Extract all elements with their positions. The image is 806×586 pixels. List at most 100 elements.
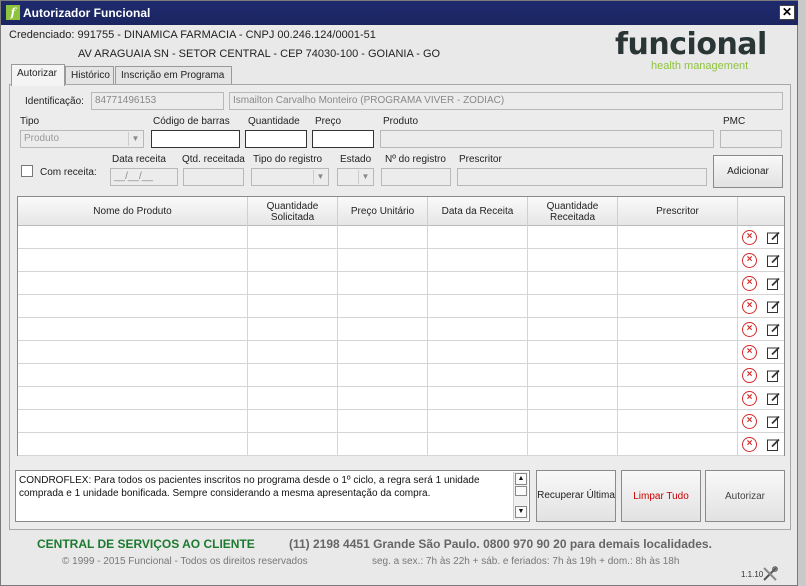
table-cell[interactable] xyxy=(428,341,528,364)
estado-select[interactable]: ▼ xyxy=(337,168,374,186)
produto-field[interactable] xyxy=(380,130,714,148)
edit-icon[interactable] xyxy=(766,368,781,383)
tab-historico[interactable]: Histórico xyxy=(65,66,114,85)
table-cell[interactable] xyxy=(338,341,428,364)
n-registro-input[interactable] xyxy=(381,168,451,186)
tab-autorizar[interactable]: Autorizar xyxy=(11,64,65,86)
tipo-registro-select[interactable]: ▼ xyxy=(251,168,329,186)
preco-input[interactable] xyxy=(312,130,374,148)
com-receita-checkbox[interactable] xyxy=(21,165,33,177)
tools-icon[interactable] xyxy=(761,565,779,583)
edit-icon[interactable] xyxy=(766,414,781,429)
table-cell[interactable] xyxy=(428,433,528,456)
table-cell[interactable] xyxy=(428,364,528,387)
table-cell[interactable] xyxy=(428,318,528,341)
edit-icon[interactable] xyxy=(766,276,781,291)
table-cell[interactable] xyxy=(18,318,248,341)
scroll-down-icon[interactable]: ▼ xyxy=(515,506,527,518)
edit-icon[interactable] xyxy=(766,253,781,268)
table-cell[interactable] xyxy=(618,249,738,272)
edit-icon[interactable] xyxy=(766,322,781,337)
table-cell[interactable] xyxy=(338,272,428,295)
table-cell[interactable] xyxy=(248,410,338,433)
edit-icon[interactable] xyxy=(766,391,781,406)
table-cell[interactable] xyxy=(618,295,738,318)
table-cell[interactable] xyxy=(428,249,528,272)
close-button[interactable]: ✕ xyxy=(779,5,795,20)
table-cell[interactable] xyxy=(18,433,248,456)
tab-inscricao[interactable]: Inscrição em Programa xyxy=(115,66,232,85)
prescritor-input[interactable] xyxy=(457,168,707,186)
table-row[interactable]: × xyxy=(18,272,784,295)
table-cell[interactable] xyxy=(248,387,338,410)
limpar-tudo-button[interactable]: Limpar Tudo xyxy=(621,470,701,522)
table-cell[interactable] xyxy=(618,433,738,456)
table-cell[interactable] xyxy=(18,226,248,249)
quantidade-input[interactable] xyxy=(245,130,307,148)
table-cell[interactable] xyxy=(248,295,338,318)
codigo-barras-input[interactable] xyxy=(151,130,240,148)
qtd-receitada-input[interactable] xyxy=(183,168,244,186)
table-cell[interactable] xyxy=(528,410,618,433)
table-cell[interactable] xyxy=(528,272,618,295)
edit-icon[interactable] xyxy=(766,437,781,452)
table-cell[interactable] xyxy=(338,318,428,341)
table-cell[interactable] xyxy=(248,433,338,456)
delete-icon[interactable]: × xyxy=(742,368,757,383)
table-row[interactable]: × xyxy=(18,364,784,387)
delete-icon[interactable]: × xyxy=(742,391,757,406)
table-row[interactable]: × xyxy=(18,433,784,456)
delete-icon[interactable]: × xyxy=(742,230,757,245)
table-cell[interactable] xyxy=(338,433,428,456)
table-cell[interactable] xyxy=(618,364,738,387)
table-cell[interactable] xyxy=(338,226,428,249)
message-scrollbar[interactable]: ▲ ▼ xyxy=(513,472,528,520)
scroll-thumb[interactable] xyxy=(515,486,527,496)
adicionar-button[interactable]: Adicionar xyxy=(713,155,783,188)
table-row[interactable]: × xyxy=(18,295,784,318)
table-cell[interactable] xyxy=(18,364,248,387)
table-row[interactable]: × xyxy=(18,226,784,249)
delete-icon[interactable]: × xyxy=(742,345,757,360)
edit-icon[interactable] xyxy=(766,299,781,314)
table-cell[interactable] xyxy=(618,410,738,433)
table-cell[interactable] xyxy=(528,364,618,387)
table-cell[interactable] xyxy=(618,387,738,410)
table-cell[interactable] xyxy=(18,272,248,295)
delete-icon[interactable]: × xyxy=(742,437,757,452)
table-cell[interactable] xyxy=(248,341,338,364)
table-cell[interactable] xyxy=(618,226,738,249)
table-cell[interactable] xyxy=(18,387,248,410)
table-cell[interactable] xyxy=(428,295,528,318)
table-cell[interactable] xyxy=(428,387,528,410)
autorizar-button[interactable]: Autorizar xyxy=(705,470,785,522)
table-cell[interactable] xyxy=(618,318,738,341)
table-row[interactable]: × xyxy=(18,341,784,364)
table-cell[interactable] xyxy=(248,249,338,272)
table-cell[interactable] xyxy=(528,318,618,341)
edit-icon[interactable] xyxy=(766,230,781,245)
table-cell[interactable] xyxy=(18,341,248,364)
delete-icon[interactable]: × xyxy=(742,299,757,314)
delete-icon[interactable]: × xyxy=(742,253,757,268)
table-cell[interactable] xyxy=(428,410,528,433)
table-cell[interactable] xyxy=(528,226,618,249)
paciente-field[interactable]: Ismailton Carvalho Monteiro (PROGRAMA VI… xyxy=(229,92,783,110)
delete-icon[interactable]: × xyxy=(742,276,757,291)
recuperar-ultima-button[interactable]: Recuperar Última xyxy=(536,470,616,522)
table-cell[interactable] xyxy=(18,249,248,272)
table-cell[interactable] xyxy=(248,272,338,295)
identificacao-field[interactable]: 84771496153 xyxy=(91,92,224,110)
table-row[interactable]: × xyxy=(18,249,784,272)
table-row[interactable]: × xyxy=(18,410,784,433)
table-cell[interactable] xyxy=(528,249,618,272)
table-row[interactable]: × xyxy=(18,318,784,341)
table-cell[interactable] xyxy=(528,341,618,364)
scroll-up-icon[interactable]: ▲ xyxy=(515,473,527,485)
table-cell[interactable] xyxy=(338,387,428,410)
table-cell[interactable] xyxy=(428,226,528,249)
delete-icon[interactable]: × xyxy=(742,414,757,429)
table-cell[interactable] xyxy=(428,272,528,295)
tipo-select[interactable]: Produto ▼ xyxy=(20,130,144,148)
table-cell[interactable] xyxy=(248,226,338,249)
